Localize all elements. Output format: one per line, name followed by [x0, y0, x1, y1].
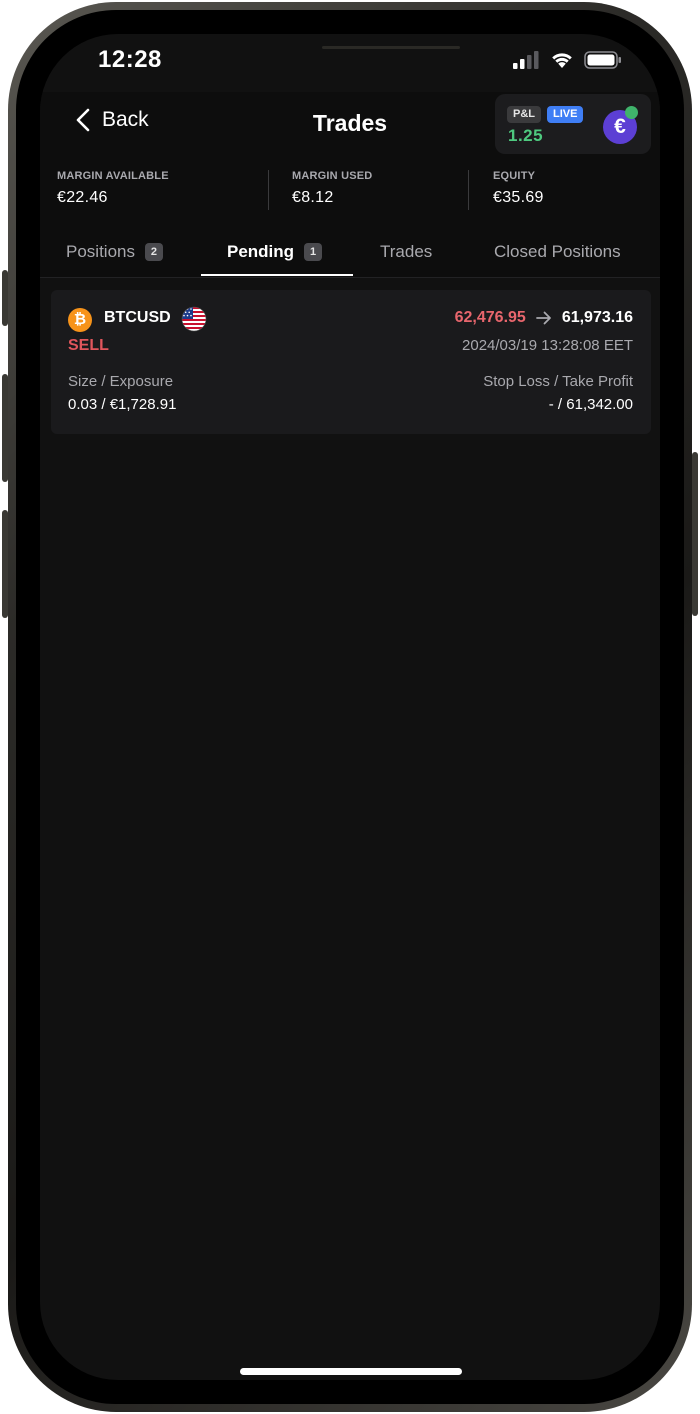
app-screen: 12:28 Back Trades P&L LIVE 1.25 € MARGIN… [40, 34, 660, 1380]
bitcoin-icon: ₿ [68, 308, 92, 332]
margin-available-value: €22.46 [57, 189, 108, 206]
margin-available-label: MARGIN AVAILABLE [57, 170, 169, 182]
battery-icon [584, 51, 621, 69]
top-speaker-line [322, 46, 460, 49]
trade-tabs: Positions 2 Pending 1 Trades Closed Posi… [40, 234, 660, 278]
order-side: SELL [68, 337, 109, 354]
equity-value: €35.69 [493, 189, 544, 206]
arrow-right-icon [535, 311, 551, 325]
equity-label: EQUITY [493, 170, 536, 182]
status-time: 12:28 [98, 46, 162, 73]
wifi-icon [552, 53, 572, 68]
stat-divider [268, 170, 269, 210]
stop-loss-take-profit-label: Stop Loss / Take Profit [483, 373, 633, 390]
pnl-widget[interactable]: P&L LIVE 1.25 € [495, 94, 651, 154]
size-exposure-value: 0.03 / €1,728.91 [68, 396, 177, 413]
live-badge: LIVE [547, 106, 584, 123]
active-tab-indicator [201, 274, 353, 276]
pnl-badge: P&L [507, 106, 541, 123]
margin-used: MARGIN USED €8.12 [292, 170, 372, 207]
tab-pending-count: 1 [304, 243, 323, 261]
order-timestamp: 2024/03/19 13:28:08 EET [462, 337, 633, 354]
margin-used-label: MARGIN USED [292, 170, 373, 182]
margin-available: MARGIN AVAILABLE €22.46 [57, 170, 169, 207]
volume-down-button [2, 510, 8, 618]
tab-positions-label: Positions [66, 242, 135, 261]
margin-used-value: €8.12 [292, 189, 334, 206]
order-price-from: 62,476.95 [454, 309, 526, 326]
action-button [2, 270, 8, 326]
tab-trades-label: Trades [380, 242, 433, 261]
status-icons [512, 51, 622, 69]
tab-closed-positions-label: Closed Positions [494, 242, 621, 261]
tab-closed-positions[interactable]: Closed Positions [494, 242, 621, 262]
stat-divider [468, 170, 469, 210]
tab-positions-count: 2 [144, 243, 163, 261]
equity: EQUITY €35.69 [493, 170, 544, 207]
order-price-to: 61,973.16 [561, 309, 633, 326]
size-exposure-label: Size / Exposure [68, 373, 174, 390]
order-prices: 62,476.95 61,973.16 [455, 309, 633, 327]
tab-pending-label: Pending [227, 242, 295, 261]
pnl-value: 1.25 [508, 126, 544, 145]
power-button [692, 452, 698, 616]
stop-loss-take-profit-value: - / 61,342.00 [548, 396, 633, 413]
tab-trades[interactable]: Trades [380, 242, 432, 262]
volume-up-button [2, 374, 8, 482]
order-symbol: BTCUSD [104, 309, 171, 326]
tab-positions[interactable]: Positions 2 [66, 242, 163, 262]
signal-icon [513, 51, 539, 69]
tabs-divider [40, 277, 660, 278]
home-indicator[interactable] [240, 1368, 462, 1375]
us-flag-icon [181, 306, 207, 332]
tab-pending[interactable]: Pending 1 [227, 242, 323, 262]
pending-order-card[interactable]: ₿ BTCUSD SELL 62,476.95 61,973.16 2024/0… [51, 290, 651, 434]
online-status-dot [625, 106, 638, 119]
